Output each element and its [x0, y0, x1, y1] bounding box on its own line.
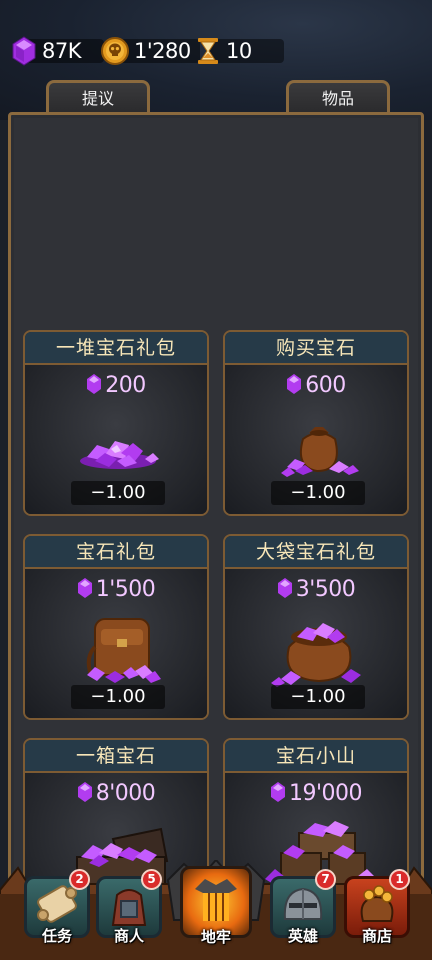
offer-price-value: 600 [305, 373, 346, 398]
hourglass-counter[interactable]: 10 [194, 36, 284, 66]
nav-dungeon-label: 地牢 [200, 928, 231, 946]
offer-title: 大袋宝石礼包 [225, 536, 407, 569]
offer-body: 1'500 −1.00 [25, 569, 207, 718]
offer-card-big-gem-sack[interactable]: 大袋宝石礼包 3'500 −1.00 [223, 534, 409, 720]
offer-price: 3'500 [225, 577, 407, 602]
nav-shop[interactable]: 1 商店 [344, 869, 410, 946]
nav-heroes-badge: 7 [315, 869, 336, 890]
gem-icon [277, 578, 292, 598]
gem-icon [12, 36, 36, 66]
offer-price: 19'000 [225, 781, 407, 806]
nav-heroes-label: 英雄 [287, 927, 318, 945]
gem-backpack-icon [86, 618, 161, 683]
nav-shop-badge: 1 [389, 869, 410, 890]
gem-big-sack-icon [271, 623, 361, 687]
offer-title: 一堆宝石礼包 [25, 332, 207, 365]
gem-icon [77, 782, 92, 802]
nav-shop-label: 商店 [361, 927, 392, 945]
offer-body: 3'500 −1.00 [225, 569, 407, 718]
offer-cost: −1.00 [71, 685, 165, 709]
gems-value: 87K [42, 39, 82, 63]
offer-body: 600 −1.00 [225, 365, 407, 514]
offer-card-buy-gems[interactable]: 购买宝石 600 −1.00 [223, 330, 409, 516]
offer-title: 宝石小山 [225, 740, 407, 773]
tab-offers[interactable]: 提议 [46, 80, 150, 114]
gem-pile-icon [80, 441, 159, 469]
nav-quests[interactable]: 2 任务 [24, 869, 90, 946]
coins-counter[interactable]: 1'280 [100, 36, 200, 66]
offer-price: 600 [225, 373, 407, 398]
nav-merchant-badge: 5 [141, 869, 162, 890]
tab-items[interactable]: 物品 [286, 80, 390, 114]
skull-coin-icon [101, 37, 129, 65]
offer-cost: −1.00 [271, 685, 365, 709]
offer-price-value: 1'500 [95, 577, 156, 602]
coins-value: 1'280 [134, 39, 191, 63]
offer-price: 1'500 [25, 577, 207, 602]
offer-price-value: 19'000 [288, 781, 363, 806]
offer-title: 一箱宝石 [25, 740, 207, 773]
nav-quests-label: 任务 [41, 927, 72, 945]
gem-sack-icon [281, 427, 359, 477]
nav-dungeon[interactable]: 地牢 [180, 866, 252, 946]
offer-price-value: 200 [105, 373, 146, 398]
nav-quests-badge: 2 [69, 869, 90, 890]
offer-card-gem-pack[interactable]: 宝石礼包 1'500 −1.00 [23, 534, 209, 720]
offer-body: 200 −1.00 [25, 365, 207, 514]
offer-price-value: 8'000 [95, 781, 156, 806]
nav-merchant[interactable]: 5 商人 [96, 869, 162, 946]
offer-price-value: 3'500 [295, 577, 356, 602]
offer-price: 8'000 [25, 781, 207, 806]
offer-cost: −1.00 [71, 481, 165, 505]
offer-price: 200 [25, 373, 207, 398]
gem-icon [270, 782, 285, 802]
offer-card-gem-pile[interactable]: 一堆宝石礼包 200 −1.00 [23, 330, 209, 516]
offer-cost: −1.00 [271, 481, 365, 505]
hourglass-icon [198, 38, 218, 64]
offer-title: 购买宝石 [225, 332, 407, 365]
hourglass-value: 10 [226, 39, 252, 63]
gem-icon [287, 374, 302, 394]
gem-icon [87, 374, 102, 394]
offer-title: 宝石礼包 [25, 536, 207, 569]
nav-merchant-label: 商人 [113, 927, 144, 945]
gem-icon [77, 578, 92, 598]
gems-counter[interactable]: 87K [10, 36, 104, 66]
nav-heroes[interactable]: 7 英雄 [270, 869, 336, 946]
